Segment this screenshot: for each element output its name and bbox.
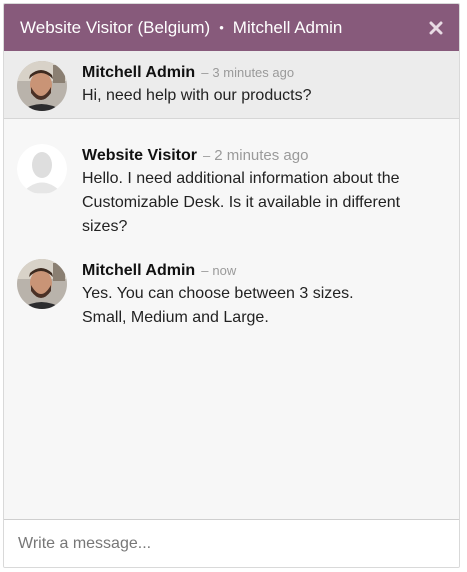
message-time: now <box>212 263 237 278</box>
avatar <box>17 259 67 309</box>
message-text: Yes. You can choose between 3 sizes. Sma… <box>82 285 354 326</box>
message-text: Hello. I need additional information abo… <box>82 170 401 235</box>
time-separator: – <box>201 263 209 278</box>
message-input[interactable] <box>18 534 445 553</box>
message-composer <box>4 519 459 567</box>
chat-header[interactable]: Website Visitor (Belgium) • Mitchell Adm… <box>4 4 459 51</box>
message-author: Mitchell Admin <box>82 262 196 279</box>
avatar-placeholder <box>17 144 67 194</box>
message-time: 3 minutes ago <box>212 65 295 80</box>
close-button[interactable] <box>425 17 447 39</box>
message-item: Mitchell Admin – now Yes. You can choose… <box>4 259 459 330</box>
title-separator: • <box>219 20 224 35</box>
visitor-label: Website Visitor (Belgium) <box>20 17 211 37</box>
close-icon <box>429 21 443 34</box>
message-author: Mitchell Admin <box>82 64 196 81</box>
chat-title: Website Visitor (Belgium) • Mitchell Adm… <box>20 18 342 38</box>
message-text: Hi, need help with our products? <box>82 87 312 104</box>
time-separator: – <box>203 148 211 163</box>
message-time: 2 minutes ago <box>214 147 309 164</box>
message-author: Website Visitor <box>82 147 197 164</box>
time-separator: – <box>201 65 209 80</box>
operator-name: Mitchell Admin <box>232 17 343 37</box>
message-thread[interactable]: Mitchell Admin – 3 minutes ago Hi, need … <box>4 51 459 519</box>
livechat-window: Website Visitor (Belgium) • Mitchell Adm… <box>3 3 460 568</box>
avatar <box>17 61 67 111</box>
message-item: Website Visitor – 2 minutes ago Hello. I… <box>4 144 459 239</box>
message-item: Mitchell Admin – 3 minutes ago Hi, need … <box>4 51 459 119</box>
